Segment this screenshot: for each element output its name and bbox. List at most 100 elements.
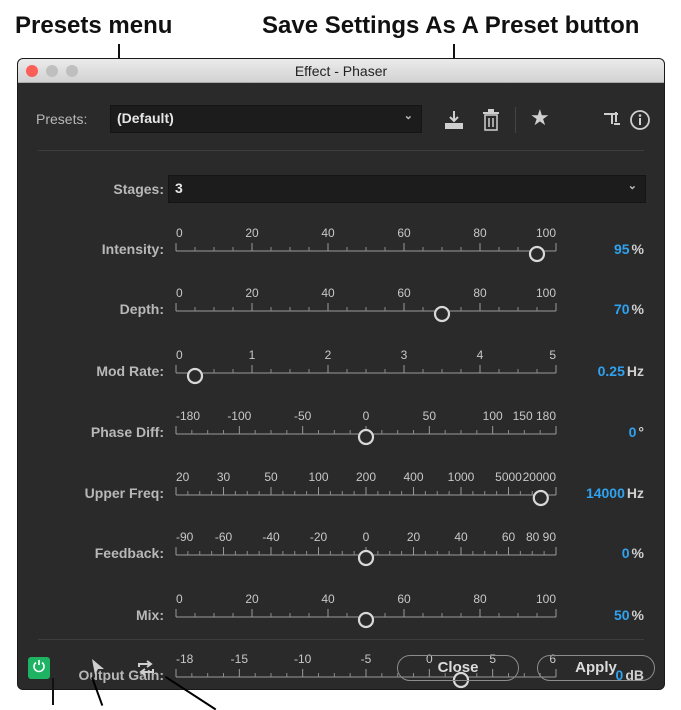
- close-button[interactable]: Close: [397, 655, 519, 681]
- title-bar[interactable]: Effect - Phaser: [18, 59, 664, 83]
- tick-label: 20: [245, 226, 259, 240]
- tick-label: -60: [215, 530, 233, 544]
- tick-label: 2: [325, 348, 332, 362]
- param-row: Mix: 0 20 40 60 80 100 50%: [18, 583, 664, 631]
- param-value[interactable]: 0%: [622, 545, 644, 561]
- param-value-number: 95: [613, 241, 630, 257]
- tick-label: 400: [403, 470, 423, 484]
- star-icon[interactable]: ★: [530, 107, 550, 129]
- tick-label: -20: [310, 530, 328, 544]
- tick-label: 0: [176, 286, 183, 300]
- param-value[interactable]: 95%: [614, 241, 644, 257]
- tick-label: 30: [217, 470, 231, 484]
- tick-label: 60: [397, 592, 411, 606]
- tick-label: 0: [176, 226, 183, 240]
- power-callout-leader: [52, 678, 54, 705]
- param-slider[interactable]: 20 30 50 100 200 400 1000 5000 20000: [168, 465, 574, 509]
- slider-knob[interactable]: [532, 489, 549, 507]
- tick-label: 0: [363, 409, 370, 423]
- tick-label: 0: [176, 348, 183, 362]
- tick-label: 1000: [448, 470, 475, 484]
- stages-dropdown[interactable]: 3 ⌄: [168, 175, 646, 203]
- param-row: Upper Freq: 20 30 50 100 200 400 1000 5000 20000 1…: [18, 461, 664, 509]
- tick-label: 3: [401, 348, 408, 362]
- param-label: Upper Freq:: [84, 485, 164, 501]
- presets-dropdown[interactable]: (Default) ⌄: [110, 105, 422, 133]
- slider-knob[interactable]: [357, 611, 375, 629]
- param-value-number: 0: [621, 545, 630, 561]
- tick-label: 5000: [495, 470, 522, 484]
- tick-label: 50: [264, 470, 278, 484]
- param-value-unit: Hz: [626, 363, 644, 379]
- param-value-number: 70: [613, 301, 630, 317]
- tick-label: 20: [245, 592, 259, 606]
- param-slider[interactable]: 0 1 2 3 4 5: [168, 343, 574, 387]
- param-slider[interactable]: 0 20 40 60 80 100: [168, 221, 574, 265]
- tick-label: 40: [321, 226, 335, 240]
- param-slider[interactable]: 0 20 40 60 80 100: [168, 281, 574, 325]
- slider-knob[interactable]: [528, 245, 546, 263]
- param-value-unit: %: [631, 545, 644, 561]
- param-label: Intensity:: [101, 241, 164, 257]
- param-value[interactable]: 50%: [614, 607, 644, 623]
- param-value-number: 50: [613, 607, 630, 623]
- slider-knob[interactable]: [357, 428, 375, 446]
- trash-icon[interactable]: [481, 109, 501, 135]
- param-slider[interactable]: 0 20 40 60 80 100: [168, 587, 574, 631]
- window-title: Effect - Phaser: [294, 63, 388, 79]
- tick-label: 150 180: [513, 409, 557, 423]
- param-value-unit: °: [638, 424, 644, 440]
- tick-label: 100: [536, 286, 556, 300]
- tick-label: -50: [294, 409, 312, 423]
- param-value-number: 0: [628, 424, 637, 440]
- tick-label: 60: [502, 530, 516, 544]
- param-value-unit: %: [631, 241, 644, 257]
- param-value-number: 14000: [585, 485, 625, 501]
- slider-knob[interactable]: [433, 305, 451, 323]
- tick-label: 40: [321, 286, 335, 300]
- tick-label: 40: [321, 592, 335, 606]
- tick-label: 200: [356, 470, 376, 484]
- power-icon[interactable]: [28, 657, 50, 679]
- param-value-unit: %: [631, 607, 644, 623]
- routing-icon[interactable]: [602, 109, 622, 133]
- param-slider[interactable]: -90 -60 -40 -20 0 20 40 60 80 90: [168, 525, 574, 569]
- param-row: Feedback: -90 -60 -40 -20 0 20 40 60 80 90 0%: [18, 521, 664, 569]
- param-row: Depth: 0 20 40 60 80 100 70%: [18, 277, 664, 325]
- slider-knob[interactable]: [357, 549, 375, 567]
- tick-label: -15: [231, 652, 249, 666]
- save-preset-callout: Save Settings As A Preset button: [262, 12, 640, 39]
- param-slider[interactable]: -180 -100 -50 0 50 100 150 180: [168, 404, 574, 448]
- download-icon[interactable]: [443, 109, 465, 135]
- tick-label: -18: [176, 652, 194, 666]
- param-value[interactable]: 0.25 Hz: [598, 363, 644, 379]
- tick-label: 80: [473, 286, 487, 300]
- tick-label: 0: [363, 530, 370, 544]
- tick-label: 60: [397, 226, 411, 240]
- info-icon[interactable]: [629, 109, 651, 135]
- stages-label: Stages:: [113, 181, 164, 197]
- chevron-down-icon: ⌄: [627, 180, 637, 192]
- param-row: Mod Rate: 0 1 2 3 4 5 0.25 Hz: [18, 339, 664, 387]
- param-value-unit: %: [631, 301, 644, 317]
- tick-label: 60: [397, 286, 411, 300]
- param-label: Phase Diff:: [90, 424, 164, 440]
- tick-label: 20: [407, 530, 421, 544]
- stages-value: 3: [175, 180, 183, 196]
- param-value[interactable]: 14000 Hz: [586, 485, 644, 501]
- tick-label: 20: [176, 470, 190, 484]
- tick-label: 100: [483, 409, 503, 423]
- param-value[interactable]: 70%: [614, 301, 644, 317]
- param-label: Depth:: [119, 301, 164, 317]
- tick-label: 1: [249, 348, 256, 362]
- effect-window: Effect - Phaser Presets: (Default) ⌄ ★ S…: [17, 58, 665, 690]
- tick-label: 5: [549, 348, 556, 362]
- loop-icon[interactable]: [136, 659, 156, 681]
- tick-label: -100: [227, 409, 251, 423]
- param-value[interactable]: 0 °: [629, 424, 644, 440]
- tick-label: -90: [176, 530, 194, 544]
- param-value-number: 0.25: [597, 363, 625, 379]
- apply-button[interactable]: Apply: [537, 655, 655, 681]
- param-label: Mod Rate:: [96, 363, 164, 379]
- slider-knob[interactable]: [186, 367, 204, 385]
